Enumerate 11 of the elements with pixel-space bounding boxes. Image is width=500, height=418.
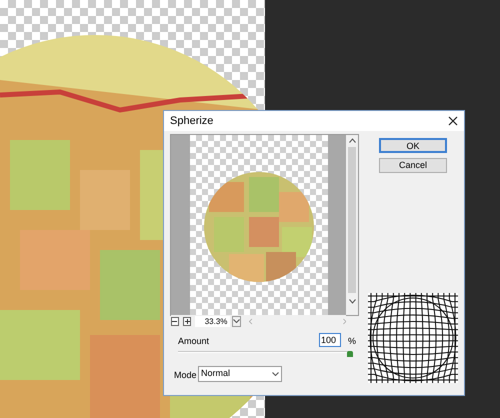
scroll-thumb[interactable] <box>348 147 356 293</box>
slider-thumb[interactable] <box>347 351 353 357</box>
caret-icon <box>272 372 279 376</box>
close-icon[interactable] <box>448 116 458 126</box>
amount-field[interactable]: 100 <box>319 333 341 347</box>
scroll-up-icon[interactable] <box>348 138 356 143</box>
scrollbar[interactable] <box>346 135 358 315</box>
scroll-down-icon[interactable] <box>348 299 356 304</box>
percent-label: % <box>348 335 356 348</box>
dialog-button[interactable]: OK <box>379 138 447 153</box>
dialog-button[interactable]: Cancel <box>379 158 447 173</box>
